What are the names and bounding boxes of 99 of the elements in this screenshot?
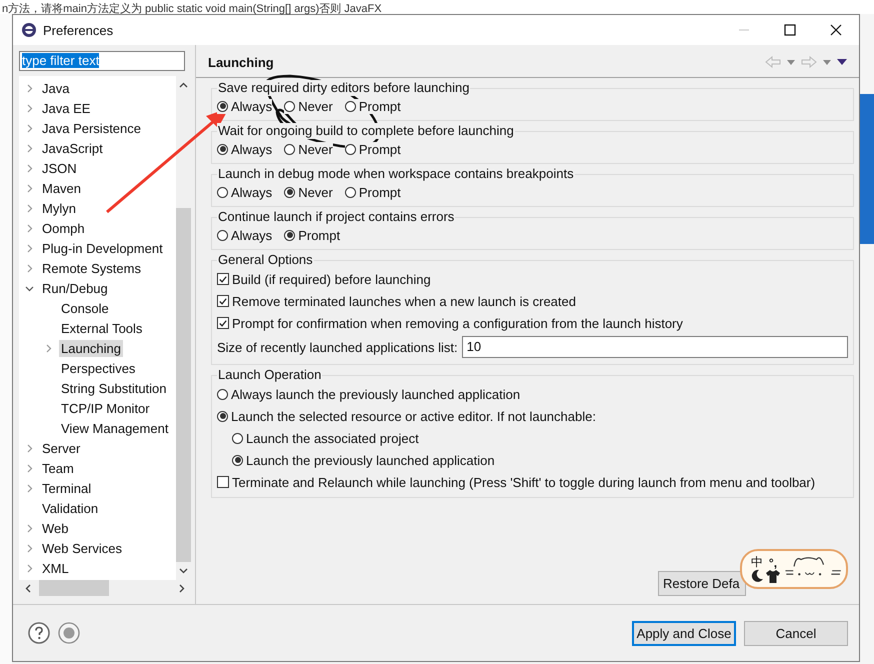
tree-item[interactable]: Maven	[40, 180, 84, 196]
chevron-right-icon[interactable]	[25, 544, 34, 552]
caret-icon[interactable]	[823, 60, 831, 64]
chevron-right-icon[interactable]	[25, 484, 34, 492]
scroll-down-icon[interactable]	[179, 568, 188, 574]
tree-item[interactable]: TCP/IP Monitor	[59, 400, 152, 416]
chevron-right-icon[interactable]	[25, 84, 34, 92]
tree-item[interactable]: Remote Systems	[40, 260, 143, 276]
group-title: Launch in debug mode when workspace contains breakpoints	[217, 166, 575, 182]
scroll-right-icon[interactable]	[179, 584, 185, 592]
radio-option[interactable]: Always	[217, 142, 272, 156]
radio-option[interactable]: Prompt	[344, 142, 401, 156]
chevron-right-icon[interactable]	[25, 264, 34, 272]
help-icon[interactable]	[28, 622, 50, 644]
group-title: Save required dirty editors before launching	[217, 80, 470, 96]
checkbox-option[interactable]: Terminate and Relaunch while launching (Press 'Shift' to toggle during launch from menu and toolbar)	[217, 474, 816, 490]
editor-text: n方法，请将main方法定义为 public static void main(String[] args)否则 JavaFX	[1, 3, 382, 15]
radio-option[interactable]: Launch the selected resource or active editor. If not launchable:	[217, 408, 596, 424]
field-label: Size of recently launched applications list:	[217, 340, 458, 354]
scroll-left-icon[interactable]	[25, 584, 31, 592]
tree-item[interactable]: Web	[40, 520, 70, 536]
tree-item[interactable]: Validation	[40, 500, 100, 516]
input-mode-text[interactable]: 中	[751, 555, 763, 569]
group-title: General Options	[217, 252, 314, 268]
scroll-up-icon[interactable]	[179, 82, 188, 88]
tree-item[interactable]: Run/Debug	[40, 280, 110, 296]
chevron-right-icon[interactable]	[25, 444, 34, 452]
radio-option[interactable]: Prompt	[344, 184, 401, 200]
checkmark-icon	[218, 318, 228, 328]
tree-item[interactable]: Plug-in Development	[40, 240, 165, 256]
filter-field[interactable]: type filter text	[19, 51, 185, 71]
tree-item[interactable]: JavaScript	[40, 140, 105, 156]
dialog-button[interactable]: Apply and Close	[632, 620, 736, 646]
tree-item[interactable]: Mylyn	[40, 200, 78, 216]
window-title: Preferences	[43, 22, 114, 38]
radio-option[interactable]: Never	[284, 98, 333, 114]
checkbox-option[interactable]: Remove terminated launches when a new launch is created	[217, 294, 576, 308]
app-icon	[21, 22, 37, 38]
tree-item[interactable]: Server	[40, 440, 82, 456]
chevron-right-icon[interactable]	[25, 204, 34, 212]
group-title: Launch Operation	[217, 367, 322, 383]
chevron-right-icon[interactable]	[25, 224, 34, 232]
tree-item[interactable]: Java Persistence	[40, 120, 143, 136]
radio-option[interactable]: Always	[217, 98, 272, 114]
chevron-right-icon[interactable]	[25, 184, 34, 192]
input-method-toolbar[interactable]: 中 °,	[740, 549, 848, 589]
radio-option[interactable]: Always launch the previously launched application	[217, 386, 520, 402]
tree-item[interactable]: String Substitution	[59, 380, 169, 396]
tree-item[interactable]: Team	[40, 460, 76, 476]
page-title: Launching	[208, 54, 274, 70]
checkmark-icon	[218, 274, 228, 284]
chevron-right-icon[interactable]	[25, 524, 34, 532]
chevron-right-icon[interactable]	[25, 244, 34, 252]
radio-option[interactable]: Always	[217, 184, 272, 200]
dialog-button[interactable]: Cancel	[744, 620, 848, 646]
chevron-right-icon[interactable]	[25, 464, 34, 472]
radio-option[interactable]: Never	[284, 184, 333, 200]
chevron-right-icon[interactable]	[44, 344, 53, 352]
tree-item[interactable]: Java EE	[40, 100, 92, 116]
checkmark-icon	[218, 296, 228, 306]
radio-option[interactable]: Launch the associated project	[232, 430, 419, 446]
group-title: Continue launch if project contains errors	[217, 209, 456, 225]
radio-option[interactable]: Never	[284, 142, 333, 156]
punctuation-mode-text[interactable]: °,	[768, 556, 778, 570]
checkbox-option[interactable]: Build (if required) before launching	[217, 272, 431, 286]
tree-item[interactable]: Launching	[59, 340, 123, 356]
close-icon[interactable]	[830, 24, 842, 36]
radio-option[interactable]: Prompt	[284, 228, 340, 242]
chevron-right-icon[interactable]	[25, 104, 34, 112]
tree-item[interactable]: Terminal	[40, 480, 94, 496]
record-icon[interactable]	[58, 622, 80, 644]
chevron-right-icon[interactable]	[25, 144, 34, 152]
caret-icon[interactable]	[787, 60, 795, 64]
back-arrow-icon[interactable]	[765, 56, 781, 68]
group-title: Wait for ongoing build to complete before launching	[217, 123, 515, 139]
tree-item[interactable]: Console	[59, 300, 111, 316]
tree-item[interactable]: Web Services	[40, 540, 124, 556]
chevron-down-icon[interactable]	[25, 284, 34, 292]
restore-defaults-button[interactable]: Restore Defa	[658, 571, 746, 596]
chevron-right-icon[interactable]	[25, 164, 34, 172]
shirt-icon[interactable]	[766, 570, 780, 582]
forward-arrow-icon[interactable]	[801, 56, 817, 68]
chevron-right-icon[interactable]	[25, 124, 34, 132]
tree-item[interactable]: Oomph	[40, 220, 87, 236]
radio-option[interactable]: Launch the previously launched application	[232, 452, 495, 468]
tree-item[interactable]: JSON	[40, 160, 79, 176]
chevron-right-icon[interactable]	[25, 564, 34, 572]
radio-option[interactable]: Prompt	[344, 98, 401, 114]
moon-icon[interactable]	[750, 569, 764, 583]
tree-item[interactable]: View Management	[59, 420, 170, 436]
tree-item[interactable]: External Tools	[59, 320, 144, 336]
input-field[interactable]: 10	[462, 336, 848, 358]
maximize-icon[interactable]	[784, 24, 796, 36]
view-menu-icon[interactable]	[837, 59, 847, 65]
tree-item[interactable]: Perspectives	[59, 360, 138, 376]
tree-item[interactable]: XML	[40, 560, 71, 576]
checkbox-option[interactable]: Prompt for confirmation when removing a configuration from the launch history	[217, 316, 683, 330]
tree-item[interactable]: Java	[40, 80, 72, 96]
radio-option[interactable]: Always	[217, 228, 272, 242]
